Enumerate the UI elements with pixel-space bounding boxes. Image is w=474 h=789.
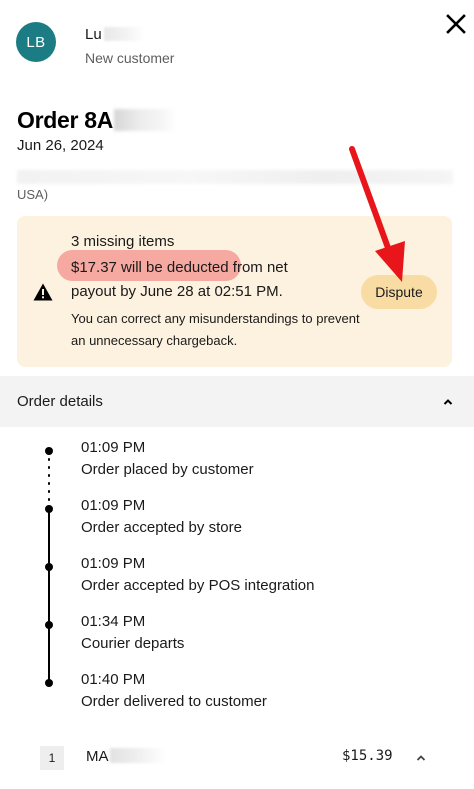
item-name-text: MA: [86, 748, 109, 765]
item-quantity-badge: 1: [40, 746, 64, 770]
order-details-toggle[interactable]: Order details: [0, 376, 474, 427]
timeline-dot: [45, 447, 53, 455]
order-panel: LB Lu New customer Order 8A Jun 26, 2024…: [0, 0, 474, 789]
item-name: MA: [86, 748, 166, 765]
timeline-dot: [45, 563, 53, 571]
timeline-time: 01:09 PM: [81, 497, 146, 514]
customer-status: New customer: [85, 50, 175, 66]
timeline-time: 01:34 PM: [81, 613, 146, 630]
timeline-dotted-connector: [48, 454, 50, 508]
missing-items-alert: 3 missing items $17.37 will be deducted …: [17, 216, 452, 367]
timeline-time: 01:09 PM: [81, 439, 146, 456]
address-tail: USA): [17, 187, 49, 202]
timeline-event: Courier departs: [81, 635, 185, 652]
page-title: Order 8A: [17, 107, 177, 134]
close-button[interactable]: [442, 10, 470, 38]
alert-note: You can correct any misunderstandings to…: [71, 311, 360, 348]
chevron-up-icon[interactable]: [414, 751, 428, 765]
chevron-up-icon: [443, 399, 453, 405]
redacted-item-blur: [109, 748, 166, 763]
timeline-event: Order placed by customer: [81, 461, 254, 478]
timeline-connector: [48, 508, 50, 684]
deduction-line-rest: from net: [228, 259, 288, 276]
redacted-order-id-blur: [114, 109, 177, 131]
warning-icon: [33, 283, 53, 301]
timeline-dot: [45, 679, 53, 687]
timeline-dot: [45, 621, 53, 629]
close-icon: [446, 14, 466, 34]
customer-name-text: Lu: [85, 26, 102, 43]
deduction-line: $17.37 will be deducted from net: [71, 259, 288, 276]
timeline-dot: [45, 505, 53, 513]
payout-date-line: payout by June 28 at 02:51 PM.: [71, 283, 283, 300]
timeline-time: 01:40 PM: [81, 671, 146, 688]
item-price: $15.39: [342, 748, 393, 764]
timeline-event: Order delivered to customer: [81, 693, 267, 710]
timeline-event: Order accepted by POS integration: [81, 577, 315, 594]
order-timeline: 01:09 PM Order placed by customer 01:09 …: [0, 428, 474, 718]
redacted-name-blur: [103, 27, 144, 41]
order-details-label: Order details: [17, 393, 103, 410]
timeline-time: 01:09 PM: [81, 555, 146, 572]
order-date: Jun 26, 2024: [17, 137, 104, 154]
avatar: LB: [16, 22, 56, 62]
customer-name: Lu: [85, 26, 144, 43]
alert-title: 3 missing items: [71, 233, 175, 250]
deduction-amount-text: $17.37 will be deducted: [71, 259, 229, 276]
timeline-event: Order accepted by store: [81, 519, 242, 536]
order-title-text: Order 8A: [17, 107, 114, 133]
redacted-address-blur: [17, 170, 453, 184]
dispute-button[interactable]: Dispute: [361, 275, 437, 309]
